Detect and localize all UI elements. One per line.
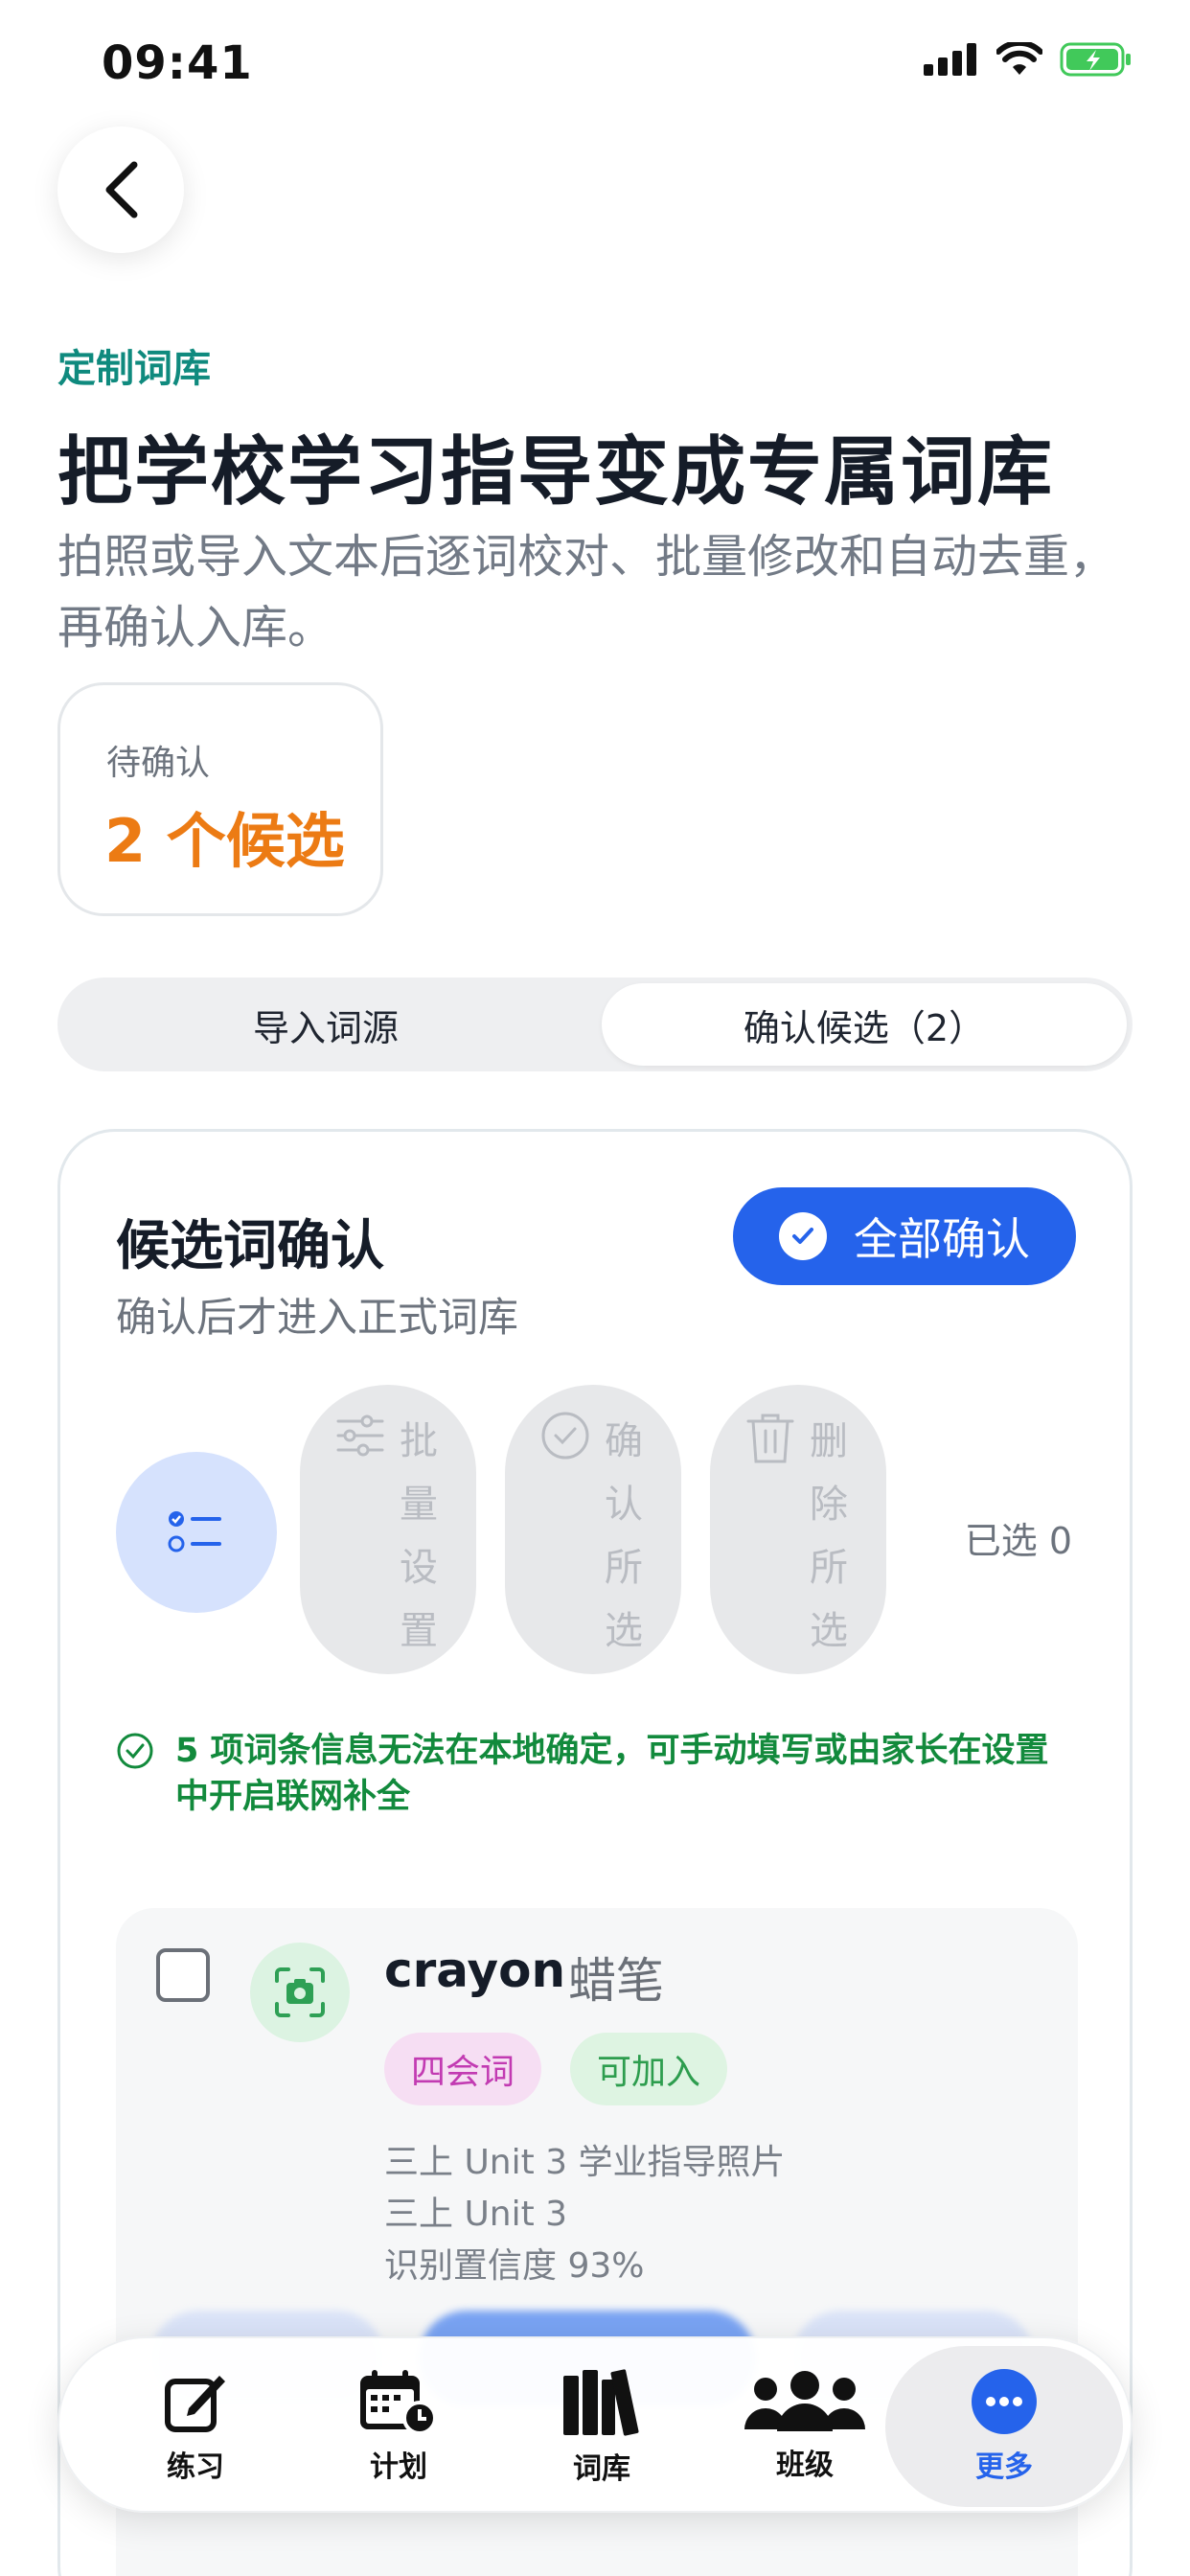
nav-practice-label: 练习	[167, 2450, 224, 2484]
battery-icon	[1060, 42, 1131, 77]
nav-library-label: 词库	[573, 2452, 630, 2486]
nav-more-label: 更多	[975, 2450, 1033, 2484]
tab-import-source[interactable]: 导入词源	[63, 983, 588, 1066]
group-icon	[744, 2371, 865, 2431]
batch-settings-label: 批量设置	[400, 1419, 438, 1653]
nav-class-label: 班级	[776, 2449, 834, 2482]
back-button[interactable]	[57, 126, 184, 253]
chevron-left-icon	[105, 161, 138, 218]
nav-class[interactable]: 班级	[703, 2338, 906, 2515]
pending-value: 2 个候选	[104, 806, 345, 876]
nav-library[interactable]: 词库	[500, 2338, 703, 2515]
check-circle-icon	[541, 1412, 589, 1460]
multi-select-toggle[interactable]	[116, 1452, 277, 1613]
section-eyebrow: 定制词库	[57, 347, 211, 391]
candidate-confidence: 识别置信度 93%	[384, 2246, 645, 2286]
candidate-meaning: 蜡笔	[568, 1953, 664, 2009]
candidate-unit: 三上 Unit 3	[384, 2195, 568, 2234]
signal-icon	[924, 43, 976, 76]
confirm-all-button[interactable]: 全部确认	[733, 1187, 1076, 1285]
tag-level: 四会词	[384, 2033, 542, 2105]
card-title: 候选词确认	[116, 1215, 384, 1277]
nav-plan-label: 计划	[370, 2450, 427, 2484]
segmented-control: 导入词源 确认候选（2）	[57, 978, 1133, 1071]
confirm-selected-label: 确认所选	[605, 1419, 643, 1653]
confirm-all-label: 全部确认	[854, 1213, 1030, 1265]
candidate-checkbox[interactable]	[156, 1948, 210, 2002]
selected-count: 已选 0	[964, 1520, 1072, 1562]
bottom-nav: 练习 计划 词库 班级 更多	[57, 2336, 1133, 2513]
books-icon	[563, 2369, 639, 2436]
page-subtitle: 拍照或导入文本后逐词校对、批量修改和自动去重，再确认入库。	[57, 530, 1116, 655]
delete-selected-button[interactable]: 删除所选	[710, 1385, 886, 1674]
notice-text: 5 项词条信息无法在本地确定，可手动填写或由家长在设置中开启联网补全	[175, 1732, 1049, 1816]
pending-summary-card: 待确认 2 个候选	[57, 682, 383, 916]
tab-confirm-candidates[interactable]: 确认候选（2）	[602, 983, 1127, 1066]
sliders-icon	[336, 1414, 384, 1457]
nav-practice[interactable]: 练习	[94, 2338, 297, 2515]
delete-selected-label: 删除所选	[810, 1419, 848, 1653]
pending-label: 待确认	[106, 744, 211, 783]
candidate-source: 三上 Unit 3 学业指导照片	[384, 2143, 786, 2182]
calendar-icon	[360, 2370, 437, 2435]
photo-source-icon	[250, 1943, 350, 2042]
check-icon	[779, 1212, 827, 1260]
check-circle-icon	[117, 1733, 153, 1769]
candidate-word: crayon	[384, 1943, 566, 1998]
wifi-icon	[996, 42, 1042, 75]
nav-plan[interactable]: 计划	[297, 2338, 500, 2515]
nav-more[interactable]: 更多	[885, 2346, 1123, 2507]
trash-icon	[746, 1414, 794, 1463]
status-time: 09:41	[102, 36, 253, 90]
confirm-selected-button[interactable]: 确认所选	[505, 1385, 681, 1674]
page-title: 把学校学习指导变成专属词库	[57, 429, 1055, 516]
checklist-icon	[168, 1511, 221, 1552]
notice-banner: 5 项词条信息无法在本地确定，可手动填写或由家长在设置中开启联网补全	[116, 1728, 1074, 1820]
batch-settings-button[interactable]: 批量设置	[300, 1385, 476, 1674]
more-icon	[972, 2369, 1037, 2434]
tag-status: 可加入	[570, 2033, 728, 2105]
status-icons	[924, 42, 1133, 77]
edit-icon	[165, 2376, 225, 2432]
card-subtitle: 确认后才进入正式词库	[116, 1294, 519, 1341]
